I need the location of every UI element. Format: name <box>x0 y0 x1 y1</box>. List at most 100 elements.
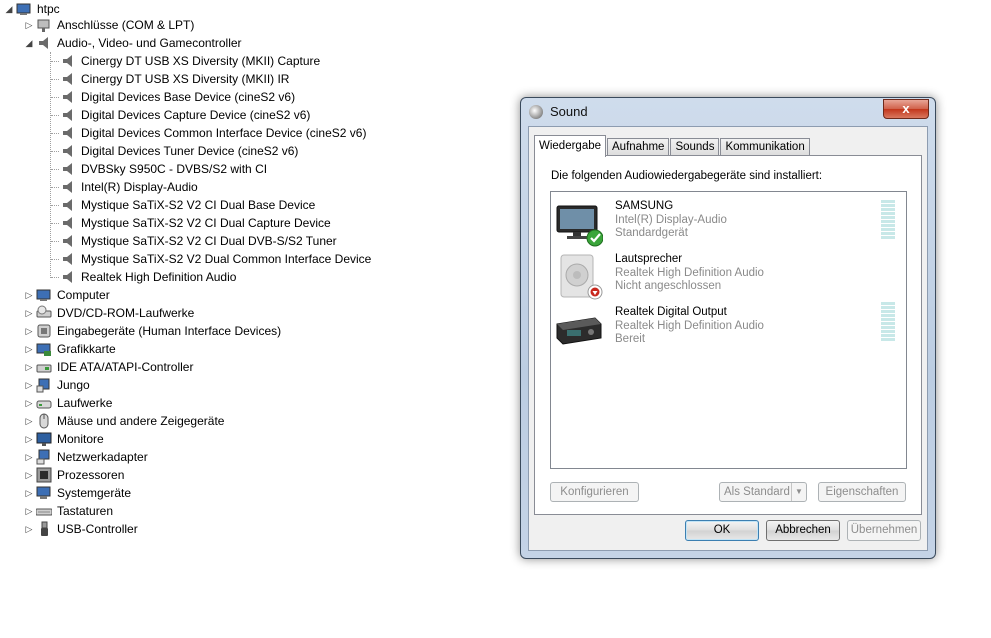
speaker-icon <box>60 215 76 231</box>
tree-leaf-label: Digital Devices Capture Device (cineS2 v… <box>81 108 311 122</box>
expand-arrow-icon[interactable]: ▷ <box>24 412 34 430</box>
tree-leaf-audio-device[interactable]: Mystique SaTiX-S2 V2 Dual Common Interfa… <box>58 250 373 268</box>
set-default-label: Als Standard <box>724 486 790 498</box>
tree-leaf-audio-device[interactable]: Cinergy DT USB XS Diversity (MKII) Captu… <box>58 52 322 70</box>
device-item-lautsprecher[interactable]: Lautsprecher Realtek High Definition Aud… <box>551 251 906 303</box>
tree-leaf-audio-device[interactable]: Mystique SaTiX-S2 V2 CI Dual Capture Dev… <box>58 214 333 232</box>
sound-dialog: Sound x Wiedergabe Aufnahme Sounds Kommu… <box>520 97 936 559</box>
configure-button[interactable]: Konfigurieren <box>550 482 639 502</box>
network-adapter-icon <box>36 449 52 465</box>
tree-leaf-audio-device[interactable]: Digital Devices Capture Device (cineS2 v… <box>58 106 312 124</box>
tree-leaf-audio-device[interactable]: Mystique SaTiX-S2 V2 CI Dual DVB-S/S2 Tu… <box>58 232 339 250</box>
tree-node-processors[interactable]: ▷ Prozessoren <box>24 466 126 484</box>
tv-icon <box>555 200 604 248</box>
device-name: Realtek Digital Output <box>615 306 727 318</box>
device-item-samsung[interactable]: SAMSUNG Intel(R) Display-Audio Standardg… <box>551 198 906 250</box>
expand-arrow-icon[interactable]: ▷ <box>24 304 34 322</box>
ok-button[interactable]: OK <box>685 520 759 541</box>
tree-node-dvd[interactable]: ▷ DVD/CD-ROM-Laufwerke <box>24 304 196 322</box>
tree-node-label: Anschlüsse (COM & LPT) <box>57 18 195 32</box>
expand-arrow-icon[interactable]: ▷ <box>24 358 34 376</box>
expand-arrow-icon[interactable]: ▷ <box>24 286 34 304</box>
apply-button[interactable]: Übernehmen <box>847 520 921 541</box>
tab-kommunikation[interactable]: Kommunikation <box>720 138 810 156</box>
playback-device-list[interactable]: SAMSUNG Intel(R) Display-Audio Standardg… <box>550 191 907 469</box>
device-item-digital-output[interactable]: Realtek Digital Output Realtek High Defi… <box>551 302 906 356</box>
set-default-button[interactable]: Als Standard ▼ <box>719 482 807 502</box>
tree-node-usb[interactable]: ▷ USB-Controller <box>24 520 140 538</box>
tree-leaf-audio-device[interactable]: Cinergy DT USB XS Diversity (MKII) IR <box>58 70 291 88</box>
tree-leaf-audio-device[interactable]: Digital Devices Tuner Device (cineS2 v6) <box>58 142 300 160</box>
tab-wiedergabe[interactable]: Wiedergabe <box>534 135 607 157</box>
display-adapter-icon <box>36 341 52 357</box>
expand-arrow-icon[interactable]: ▷ <box>24 16 34 34</box>
tree-leaf-audio-device[interactable]: Realtek High Definition Audio <box>58 268 238 286</box>
ide-controller-icon <box>36 359 52 375</box>
tab-aufnahme[interactable]: Aufnahme <box>607 138 670 156</box>
dialog-title: Sound <box>550 104 588 119</box>
speaker-icon <box>60 197 76 213</box>
tree-node-network[interactable]: ▷ Netzwerkadapter <box>24 448 150 466</box>
tree-node-computer[interactable]: ▷ Computer <box>24 286 112 304</box>
close-button[interactable]: x <box>883 99 929 119</box>
monitor-icon <box>36 431 52 447</box>
tree-leaf-label: Mystique SaTiX-S2 V2 CI Dual Capture Dev… <box>81 216 331 230</box>
expand-arrow-icon[interactable]: ▷ <box>24 376 34 394</box>
disk-drive-icon <box>36 395 52 411</box>
expand-arrow-icon[interactable]: ▷ <box>24 448 34 466</box>
tree-node-hid[interactable]: ▷ Eingabegeräte (Human Interface Devices… <box>24 322 283 340</box>
tree-node-graphics[interactable]: ▷ Grafikkarte <box>24 340 118 358</box>
tree-node-label: Laufwerke <box>57 396 113 410</box>
device-state: Nicht angeschlossen <box>615 280 722 292</box>
tree-leaf-label: Realtek High Definition Audio <box>81 270 237 284</box>
tree-leaf-audio-device[interactable]: Digital Devices Base Device (cineS2 v6) <box>58 88 297 106</box>
device-driver: Intel(R) Display-Audio <box>615 214 727 226</box>
tree-leaf-label: Digital Devices Tuner Device (cineS2 v6) <box>81 144 299 158</box>
tree-node-ide[interactable]: ▷ IDE ATA/ATAPI-Controller <box>24 358 195 376</box>
tab-strip: Wiedergabe Aufnahme Sounds Kommunikation <box>534 135 811 157</box>
computer-icon <box>36 287 52 303</box>
speaker-icon <box>60 53 76 69</box>
computer-icon <box>16 1 32 17</box>
expand-arrow-icon[interactable]: ▷ <box>24 394 34 412</box>
tree-node-keyboards[interactable]: ▷ Tastaturen <box>24 502 115 520</box>
expand-arrow-icon[interactable]: ▷ <box>24 340 34 358</box>
tree-node-label: USB-Controller <box>57 522 138 536</box>
tree-node-ports[interactable]: ▷ Anschlüsse (COM & LPT) <box>24 16 196 34</box>
expand-arrow-icon[interactable]: ▷ <box>24 484 34 502</box>
tree-node-label: Systemgeräte <box>57 486 132 500</box>
properties-button[interactable]: Eigenschaften <box>818 482 906 502</box>
dialog-titlebar[interactable]: Sound x <box>521 98 935 126</box>
device-state: Standardgerät <box>615 227 688 239</box>
tree-node-audio[interactable]: ◢ Audio-, Video- und Gamecontroller <box>24 34 244 52</box>
tree-node-label: Monitore <box>57 432 104 446</box>
tree-leaf-audio-device[interactable]: Intel(R) Display-Audio <box>58 178 200 196</box>
speaker-icon <box>60 179 76 195</box>
tree-leaf-audio-device[interactable]: Mystique SaTiX-S2 V2 CI Dual Base Device <box>58 196 317 214</box>
expand-arrow-icon[interactable]: ▷ <box>24 322 34 340</box>
expand-arrow-icon[interactable]: ▷ <box>24 466 34 484</box>
collapse-arrow-icon[interactable]: ◢ <box>4 0 14 18</box>
collapse-arrow-icon[interactable]: ◢ <box>24 34 34 52</box>
tree-node-label: DVD/CD-ROM-Laufwerke <box>57 306 195 320</box>
expand-arrow-icon[interactable]: ▷ <box>24 430 34 448</box>
expand-arrow-icon[interactable]: ▷ <box>24 520 34 538</box>
expand-arrow-icon[interactable]: ▷ <box>24 502 34 520</box>
dialog-client: Wiedergabe Aufnahme Sounds Kommunikation… <box>528 126 928 551</box>
speaker-icon <box>60 125 76 141</box>
cancel-button[interactable]: Abbrechen <box>766 520 840 541</box>
tab-sounds[interactable]: Sounds <box>670 138 720 156</box>
chevron-down-icon[interactable]: ▼ <box>791 483 806 501</box>
tree-node-system[interactable]: ▷ Systemgeräte <box>24 484 133 502</box>
tree-node-mice[interactable]: ▷ Mäuse und andere Zeigegeräte <box>24 412 226 430</box>
sound-icon <box>529 105 543 119</box>
speaker-icon <box>60 143 76 159</box>
tree-leaf-audio-device[interactable]: Digital Devices Common Interface Device … <box>58 124 368 142</box>
tree-leaf-label: Cinergy DT USB XS Diversity (MKII) Captu… <box>81 54 321 68</box>
tree-node-label: Audio-, Video- und Gamecontroller <box>57 36 242 50</box>
tree-node-jungo[interactable]: ▷ Jungo <box>24 376 92 394</box>
tree-leaf-audio-device[interactable]: DVBSky S950C - DVBS/S2 with CI <box>58 160 269 178</box>
tree-node-monitors[interactable]: ▷ Monitore <box>24 430 106 448</box>
tree-node-drives[interactable]: ▷ Laufwerke <box>24 394 114 412</box>
close-icon: x <box>902 101 910 116</box>
